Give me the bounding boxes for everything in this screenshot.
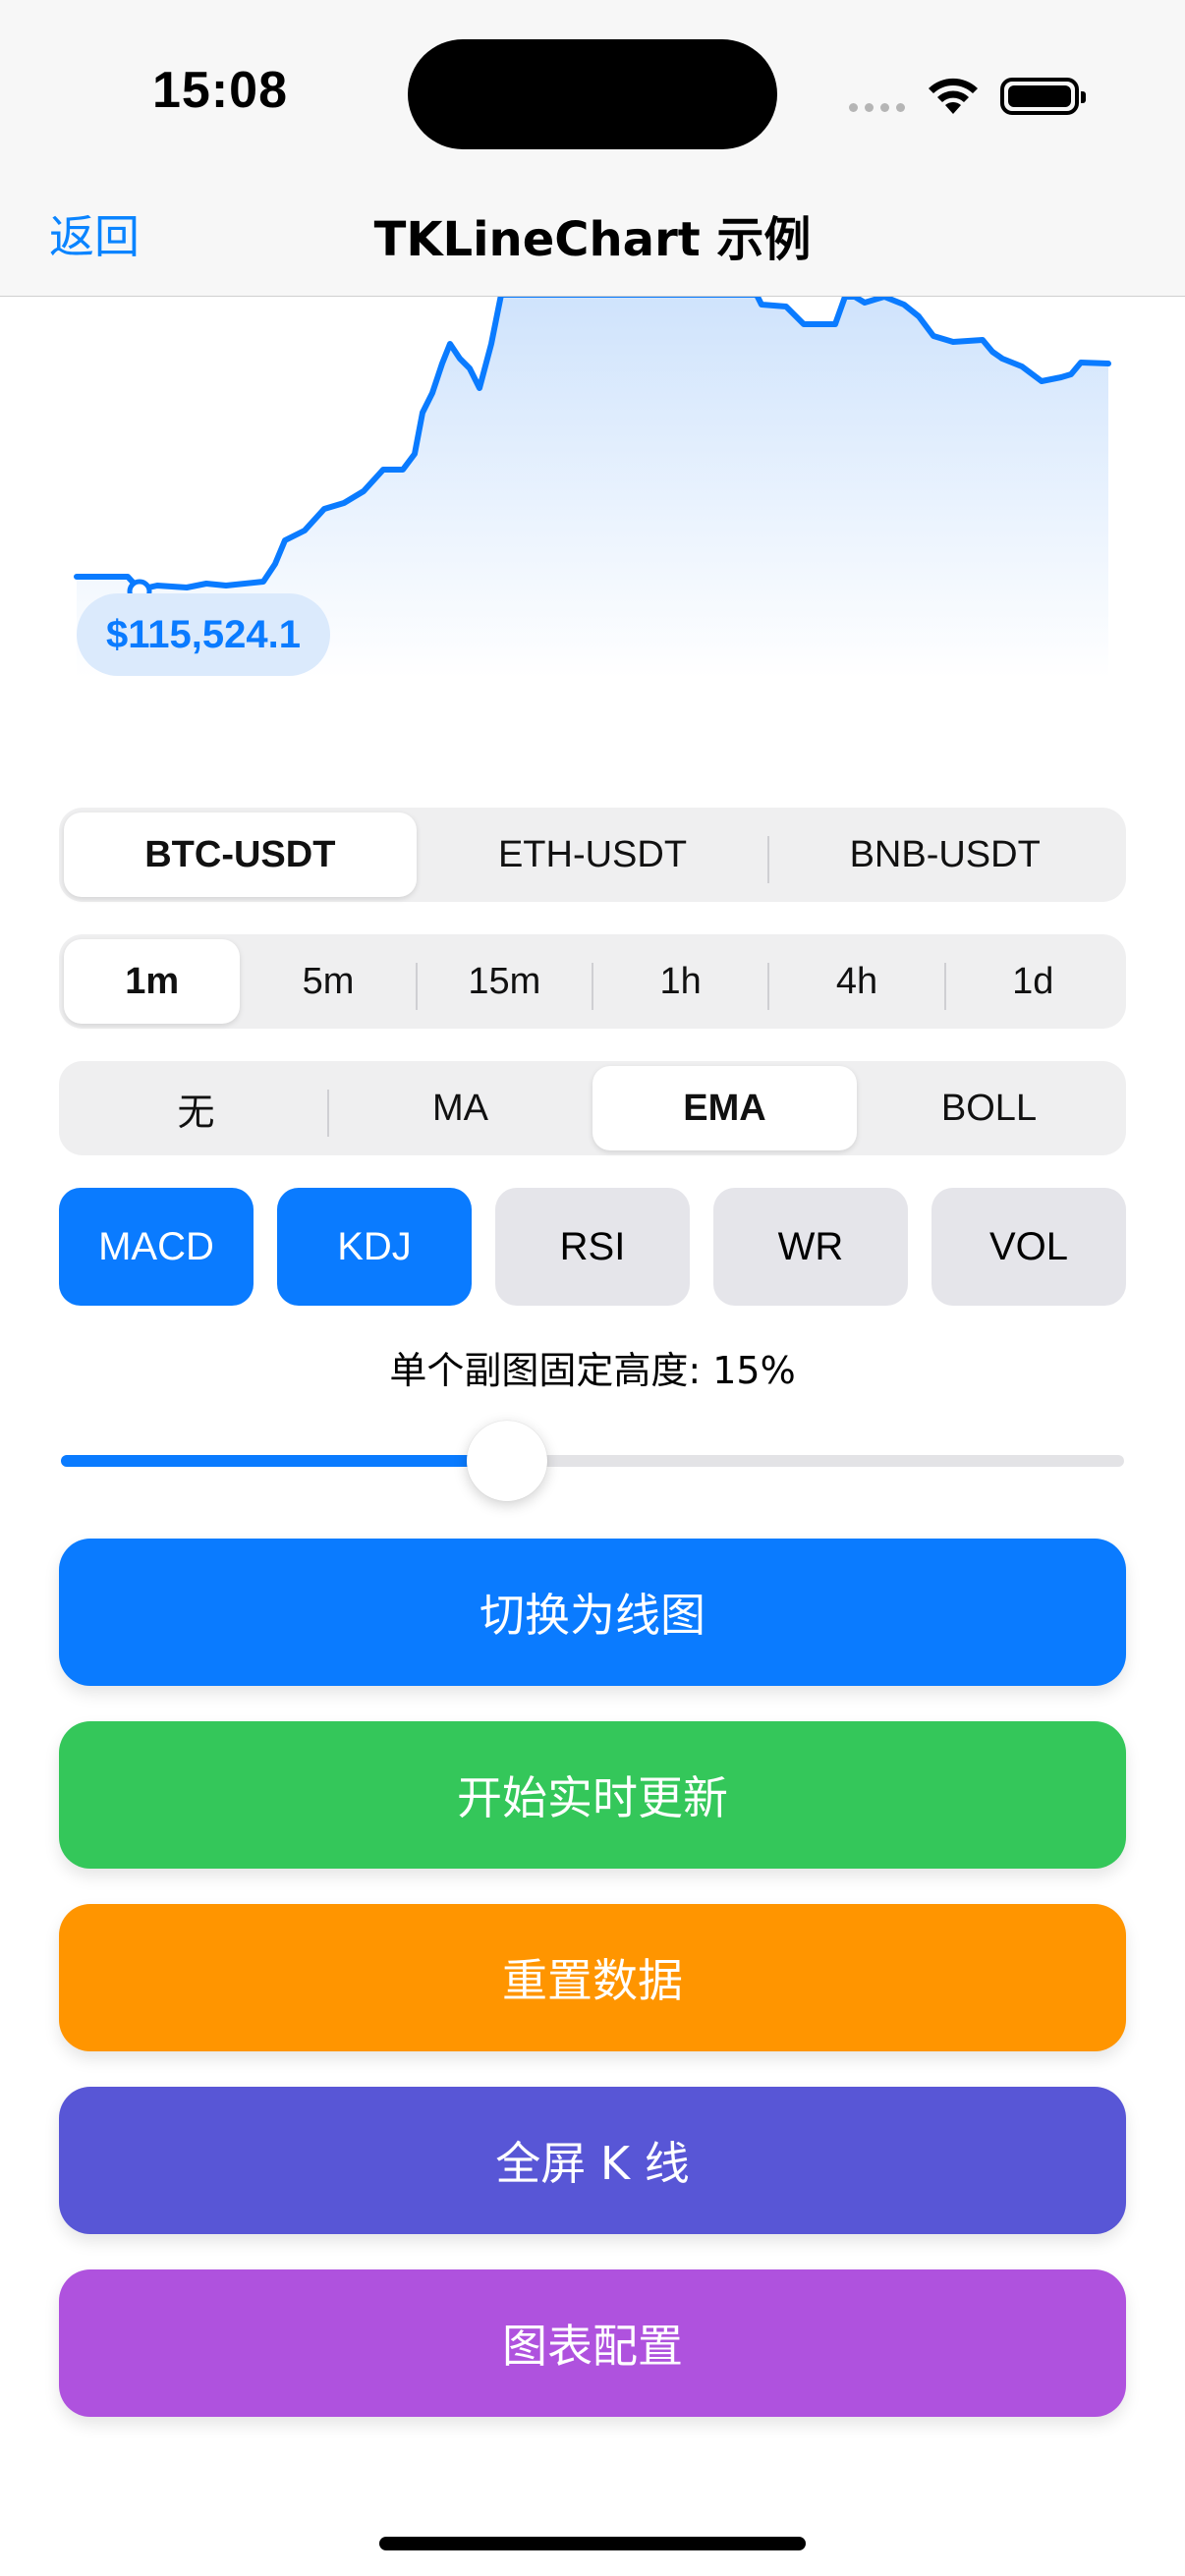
interval-tab-1m[interactable]: 1m xyxy=(64,939,241,1024)
fullscreen-kline-button[interactable]: 全屏 K 线 xyxy=(59,2087,1126,2234)
segment-label: 无 xyxy=(177,1092,215,1134)
wifi-icon xyxy=(929,78,978,114)
segment-label: 1h xyxy=(659,960,702,1002)
interval-tab-4h[interactable]: 4h xyxy=(767,939,944,1024)
interval-segmented-control: 1m 5m 15m 1h 4h 1d xyxy=(59,934,1126,1029)
switch-to-line-chart-button[interactable]: 切换为线图 xyxy=(59,1539,1126,1686)
segment-divider xyxy=(943,963,946,1010)
segment-label: 4h xyxy=(835,960,878,1002)
sub-indicator-buttons: MACD KDJ RSI WR VOL xyxy=(59,1188,1126,1306)
sub-indicator-kdj-button[interactable]: KDJ xyxy=(277,1188,472,1306)
segment-label: EMA xyxy=(683,1087,766,1129)
status-bar: 15:08 xyxy=(0,0,1185,177)
segment-label: BNB-USDT xyxy=(849,833,1041,875)
main-indicator-segmented-control: 无 MA EMA BOLL xyxy=(59,1061,1126,1155)
subchart-height-label: 单个副图固定高度: 15% xyxy=(389,1349,796,1392)
page-title: TKLineChart 示例 xyxy=(373,212,812,267)
home-indicator xyxy=(379,2537,806,2550)
segment-label: 15m xyxy=(468,960,541,1002)
segment-label: 1d xyxy=(1012,960,1054,1002)
start-realtime-update-button[interactable]: 开始实时更新 xyxy=(59,1721,1126,1869)
segment-label: BTC-USDT xyxy=(144,833,336,875)
slider-thumb[interactable] xyxy=(467,1421,548,1501)
symbol-tab-btc-usdt[interactable]: BTC-USDT xyxy=(64,812,417,897)
interval-tab-1h[interactable]: 1h xyxy=(591,939,768,1024)
dynamic-island xyxy=(408,39,777,149)
segment-label: 5m xyxy=(302,960,355,1002)
main-indicator-tab-ma[interactable]: MA xyxy=(327,1066,592,1150)
segment-divider xyxy=(415,963,418,1010)
sub-indicator-rsi-button[interactable]: RSI xyxy=(495,1188,690,1306)
navigation-bar: 返回 TKLineChart 示例 xyxy=(0,177,1185,297)
subchart-height-slider[interactable] xyxy=(61,1421,1124,1501)
main-indicator-tab-ema[interactable]: EMA xyxy=(592,1066,857,1150)
segment-label: 1m xyxy=(125,960,180,1002)
price-badge: $115,524.1 xyxy=(77,593,330,676)
interval-tab-1d[interactable]: 1d xyxy=(943,939,1121,1024)
segment-divider xyxy=(591,963,593,1010)
symbol-segmented-control: BTC-USDT ETH-USDT BNB-USDT xyxy=(59,808,1126,902)
battery-icon xyxy=(1000,78,1086,115)
symbol-tab-bnb-usdt[interactable]: BNB-USDT xyxy=(767,812,1121,897)
segment-label: BOLL xyxy=(940,1087,1038,1129)
sub-indicator-vol-button[interactable]: VOL xyxy=(931,1188,1126,1306)
segment-divider xyxy=(767,963,770,1010)
main-indicator-tab-[interactable]: 无 xyxy=(64,1066,328,1150)
chart-config-button[interactable]: 图表配置 xyxy=(59,2269,1126,2417)
segment-divider xyxy=(327,1090,329,1137)
segment-divider xyxy=(767,836,770,883)
sub-indicator-macd-button[interactable]: MACD xyxy=(59,1188,254,1306)
reset-data-button[interactable]: 重置数据 xyxy=(59,1904,1126,2051)
segment-label: MA xyxy=(432,1087,488,1129)
sub-indicator-wr-button[interactable]: WR xyxy=(713,1188,908,1306)
slider-fill xyxy=(61,1455,508,1467)
symbol-tab-eth-usdt[interactable]: ETH-USDT xyxy=(417,812,769,897)
interval-tab-15m[interactable]: 15m xyxy=(415,939,592,1024)
interval-tab-5m[interactable]: 5m xyxy=(240,939,416,1024)
segment-label: ETH-USDT xyxy=(497,833,688,875)
status-time: 15:08 xyxy=(152,62,288,119)
cellular-signal-icon xyxy=(849,103,905,112)
main-indicator-tab-boll[interactable]: BOLL xyxy=(857,1066,1121,1150)
